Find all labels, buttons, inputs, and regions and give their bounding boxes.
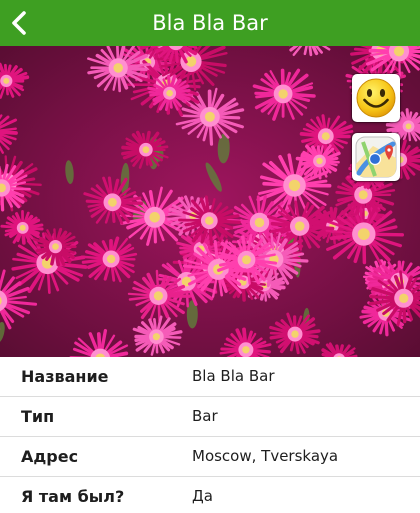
- row-label: Адрес: [21, 447, 79, 466]
- page-title: Bla Bla Bar: [152, 11, 268, 35]
- details-row-type: Тип Bar: [0, 397, 420, 437]
- row-label: Я там был?: [21, 487, 125, 506]
- row-label: Тип: [21, 407, 55, 426]
- bar-detail-screen: Bla Bla Bar Название Bla Bla Bar Тип Bar…: [0, 0, 420, 513]
- smiley-button[interactable]: [352, 74, 400, 122]
- details-row-address: Адрес Moscow, Tverskaya: [0, 437, 420, 477]
- row-value: Да: [192, 487, 213, 505]
- back-button[interactable]: [4, 4, 38, 42]
- row-value: Bla Bla Bar: [192, 367, 275, 385]
- row-value: Bar: [192, 407, 218, 425]
- chevron-left-icon: [12, 11, 26, 35]
- smiley-face-icon: [356, 78, 396, 118]
- details-row-visited: Я там был? Да: [0, 477, 420, 513]
- row-value: Moscow, Tverskaya: [192, 447, 339, 465]
- details-list: Название Bla Bla Bar Тип Bar Адрес Mosco…: [0, 357, 420, 513]
- app-header: Bla Bla Bar: [0, 0, 420, 46]
- maps-button[interactable]: [352, 133, 400, 181]
- row-label: Название: [21, 367, 109, 386]
- maps-app-icon: [355, 136, 397, 178]
- details-row-name: Название Bla Bla Bar: [0, 357, 420, 397]
